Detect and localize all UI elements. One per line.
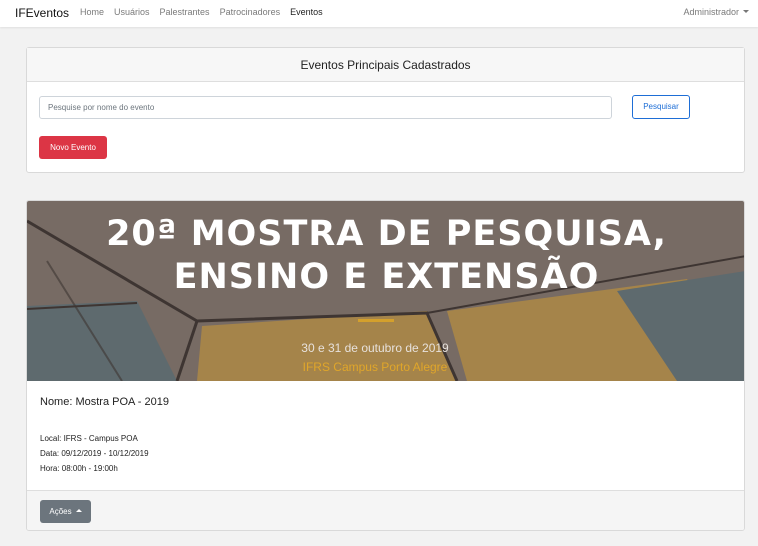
actions-button-label: Ações bbox=[49, 507, 72, 516]
user-menu-label: Administrador bbox=[683, 7, 739, 17]
event-card-footer: Ações bbox=[27, 490, 744, 530]
chevron-down-icon bbox=[743, 10, 749, 13]
event-details: Nome: Mostra POA - 2019 Local: IFRS - Ca… bbox=[27, 381, 744, 490]
user-menu-dropdown[interactable]: Administrador bbox=[683, 7, 749, 17]
banner-date: 30 e 31 de outubro de 2019 bbox=[301, 341, 449, 355]
banner-title: 20ª MOSTRA DE PESQUISA, ENSINO E EXTENSÃ… bbox=[27, 213, 744, 299]
nav-links: Home Usuários Palestrantes Patrocinadore… bbox=[80, 7, 333, 17]
search-input[interactable] bbox=[39, 96, 612, 119]
search-card: Eventos Principais Cadastrados Pesquisar… bbox=[26, 47, 745, 173]
nav-link-usuarios[interactable]: Usuários bbox=[114, 7, 150, 17]
search-card-title: Eventos Principais Cadastrados bbox=[27, 48, 744, 82]
event-banner-image: 20ª MOSTRA DE PESQUISA, ENSINO E EXTENSÃ… bbox=[27, 201, 744, 381]
event-hours: Hora: 08:00h - 19:00h bbox=[40, 464, 118, 473]
banner-campus: IFRS Campus Porto Alegre bbox=[302, 360, 448, 374]
search-button[interactable]: Pesquisar bbox=[632, 95, 690, 119]
brand-link[interactable]: IFEventos bbox=[15, 6, 69, 20]
nav-link-patrocinadores[interactable]: Patrocinadores bbox=[220, 7, 281, 17]
nav-link-eventos[interactable]: Eventos bbox=[290, 7, 323, 17]
event-name: Nome: Mostra POA - 2019 bbox=[40, 396, 169, 408]
new-event-button[interactable]: Novo Evento bbox=[39, 136, 107, 159]
event-card: 20ª MOSTRA DE PESQUISA, ENSINO E EXTENSÃ… bbox=[26, 200, 745, 531]
event-local: Local: IFRS - Campus POA bbox=[40, 434, 138, 443]
banner-title-line2: ENSINO E EXTENSÃO bbox=[173, 257, 600, 297]
top-navbar: IFEventos Home Usuários Palestrantes Pat… bbox=[0, 0, 758, 27]
banner-divider bbox=[358, 319, 394, 322]
nav-link-home[interactable]: Home bbox=[80, 7, 104, 17]
chevron-up-icon bbox=[75, 509, 82, 512]
actions-dropdown-button[interactable]: Ações bbox=[40, 500, 91, 523]
nav-link-palestrantes[interactable]: Palestrantes bbox=[160, 7, 210, 17]
banner-title-line1: 20ª MOSTRA DE PESQUISA, bbox=[106, 214, 667, 254]
event-date: Data: 09/12/2019 - 10/12/2019 bbox=[40, 449, 149, 458]
